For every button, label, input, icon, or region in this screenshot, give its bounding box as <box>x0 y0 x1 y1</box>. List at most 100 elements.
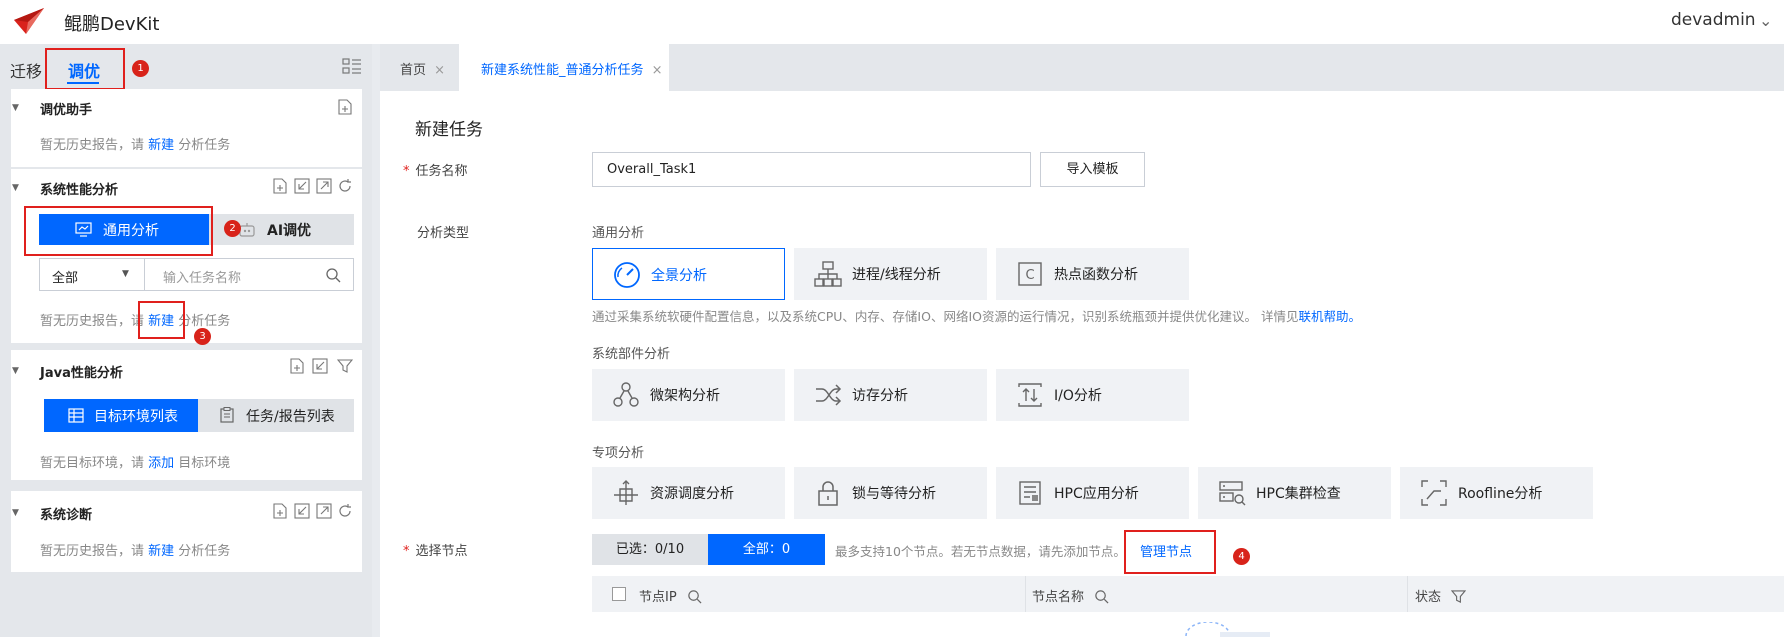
import-template-button[interactable]: 导入模板 <box>1040 152 1145 187</box>
system-perf-title: 系统性能分析 <box>40 183 119 198</box>
task-report-list-button[interactable]: 任务/报告列表 <box>198 399 354 432</box>
import-icon[interactable] <box>312 358 328 374</box>
task-name-input[interactable]: Overall_Task1 <box>592 152 1031 187</box>
export-icon[interactable] <box>316 178 332 194</box>
new-task-link[interactable]: 新建 <box>148 138 174 153</box>
task-name-label-text: 任务名称 <box>415 164 468 179</box>
gauge-icon <box>614 262 640 288</box>
tile-resource-scheduling-analysis[interactable]: 资源调度分析 <box>592 467 785 519</box>
shuffle-icon <box>816 384 842 406</box>
page-title: 新建任务 <box>415 120 483 140</box>
search-icon[interactable] <box>325 267 341 283</box>
tab-new-task[interactable]: 新建系统性能_普通分析任务 × <box>459 44 669 91</box>
annotation-badge-1: 1 <box>132 60 149 77</box>
new-file-icon[interactable] <box>272 178 288 194</box>
table-icon <box>68 408 84 423</box>
chevron-down-icon[interactable]: ⌄ <box>1759 11 1772 30</box>
col-node-ip: 节点IP <box>639 586 702 605</box>
tile-label: 微架构分析 <box>650 388 720 404</box>
col-node-name-label: 节点名称 <box>1032 590 1085 605</box>
tile-roofline-analysis[interactable]: Roofline分析 <box>1400 467 1593 519</box>
collapse-caret-icon[interactable]: ▼ <box>12 508 19 518</box>
status-filter-select[interactable]: 全部 ▼ <box>39 258 145 291</box>
dropdown-caret-icon: ▼ <box>122 269 129 279</box>
search-placeholder: 输入任务名称 <box>163 271 242 286</box>
tile-hotspot-function-analysis[interactable]: C 热点函数分析 <box>996 248 1189 300</box>
tile-process-thread-analysis[interactable]: 进程/线程分析 <box>794 248 987 300</box>
new-task-link[interactable]: 新建 <box>148 544 174 559</box>
collapse-caret-icon[interactable]: ▼ <box>12 183 19 193</box>
refresh-icon[interactable] <box>337 503 353 519</box>
selected-nodes-tab[interactable]: 已选：0/10 <box>592 534 708 565</box>
task-search-input[interactable]: 输入任务名称 <box>145 258 354 291</box>
io-arrows-icon <box>1018 383 1042 407</box>
hint-text: 分析任务 <box>174 544 231 559</box>
filter-icon[interactable] <box>1450 589 1467 604</box>
hpc-app-icon <box>1019 481 1041 505</box>
annotation-box-3 <box>138 301 185 339</box>
col-status: 状态 <box>1415 586 1467 605</box>
close-icon[interactable]: × <box>434 63 445 78</box>
server-check-icon <box>1219 481 1246 506</box>
tab-new-task-label: 新建系统性能_普通分析任务 <box>481 63 644 78</box>
tile-panorama-analysis[interactable]: 全景分析 <box>592 248 785 300</box>
user-menu[interactable]: devadmin <box>1671 10 1756 30</box>
collapse-caret-icon[interactable]: ▼ <box>12 103 19 113</box>
tile-memory-access-analysis[interactable]: 访存分析 <box>794 369 987 421</box>
tab-migrate[interactable]: 迁移 <box>10 58 42 82</box>
annotation-box-4 <box>1124 530 1216 574</box>
tuning-assistant-hint: 暂无历史报告，请 新建 分析任务 <box>40 134 230 153</box>
tile-hpc-cluster-check[interactable]: HPC集群检查 <box>1198 467 1391 519</box>
tile-label: 资源调度分析 <box>650 486 734 502</box>
search-icon[interactable] <box>1094 589 1109 604</box>
tile-io-analysis[interactable]: I/O分析 <box>996 369 1189 421</box>
filter-icon[interactable] <box>337 358 353 374</box>
svg-text:C: C <box>1025 268 1034 283</box>
export-icon[interactable] <box>316 503 332 519</box>
select-node-label-text: 选择节点 <box>415 544 468 559</box>
search-icon[interactable] <box>687 589 702 604</box>
new-file-icon[interactable] <box>337 99 353 115</box>
general-section-label: 通用分析 <box>592 226 645 241</box>
collapse-caret-icon[interactable]: ▼ <box>12 366 19 376</box>
hint-text: 暂无历史报告，请 <box>40 314 149 329</box>
tuning-assistant-title: 调优助手 <box>40 103 93 118</box>
system-perf-hint: 暂无历史报告，请 新建 分析任务 <box>40 310 230 329</box>
annotation-box-1 <box>45 48 125 90</box>
tile-label: 访存分析 <box>852 388 908 404</box>
special-section-label: 专项分析 <box>592 446 645 461</box>
import-icon[interactable] <box>294 503 310 519</box>
task-report-list-label: 任务/报告列表 <box>246 409 335 425</box>
tile-lock-wait-analysis[interactable]: 锁与等待分析 <box>794 467 987 519</box>
target-env-list-label: 目标环境列表 <box>94 409 178 425</box>
annotation-badge-3: 3 <box>194 328 211 345</box>
analysis-description: 通过采集系统软硬件配置信息，以及系统CPU、内存、存储IO、网络IO资源的运行情… <box>592 306 1361 325</box>
tile-microarch-analysis[interactable]: 微架构分析 <box>592 369 785 421</box>
add-target-link[interactable]: 添加 <box>148 456 174 471</box>
import-icon[interactable] <box>294 178 310 194</box>
node-hint: 最多支持10个节点。若无节点数据，请先添加节点。 <box>835 544 1126 559</box>
java-perf-title: Java性能分析 <box>40 366 123 381</box>
online-help-link[interactable]: 联机帮助。 <box>1298 309 1361 324</box>
new-file-icon[interactable] <box>289 358 305 374</box>
top-bar <box>0 0 1784 44</box>
hierarchy-icon <box>814 261 842 287</box>
roofline-chart-icon <box>1421 480 1447 506</box>
hint-text: 暂无目标环境，请 <box>40 456 149 471</box>
column-divider <box>1025 576 1026 612</box>
select-all-checkbox[interactable] <box>612 587 626 601</box>
tile-hpc-app-analysis[interactable]: HPC应用分析 <box>996 467 1189 519</box>
col-status-label: 状态 <box>1415 590 1442 605</box>
tile-label: 进程/线程分析 <box>852 267 941 283</box>
list-view-icon[interactable] <box>342 57 362 77</box>
close-icon[interactable]: × <box>652 63 663 78</box>
refresh-icon[interactable] <box>337 178 353 194</box>
ai-tuning-label: AI调优 <box>267 223 312 239</box>
annotation-box-2 <box>24 206 213 256</box>
nodes-icon <box>613 382 639 407</box>
new-file-icon[interactable] <box>272 503 288 519</box>
hint-text: 暂无历史报告，请 <box>40 544 149 559</box>
tab-home[interactable]: 首页 × <box>380 44 454 91</box>
all-nodes-tab[interactable]: 全部：0 <box>708 534 825 565</box>
target-env-list-button[interactable]: 目标环境列表 <box>44 399 198 432</box>
